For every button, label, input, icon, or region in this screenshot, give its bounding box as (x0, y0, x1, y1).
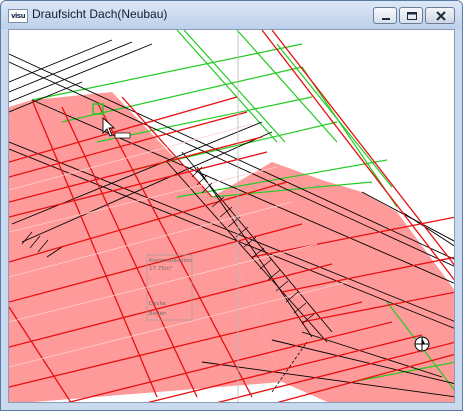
window-title: Draufsicht Dach(Neubau) (32, 7, 168, 21)
room-line3: - (149, 276, 151, 282)
room-line4: - (149, 286, 151, 292)
close-icon (436, 11, 446, 21)
room-name: Kommunikation (149, 258, 192, 264)
room-area: 17.75m² (149, 265, 172, 272)
north-symbol-icon[interactable] (414, 336, 430, 352)
drawing-canvas[interactable]: Kommunikation 17.75m² - - Decke Boden (8, 29, 455, 403)
roof-plan-drawing: Kommunikation 17.75m² - - Decke Boden (9, 30, 454, 402)
minimize-button[interactable] (373, 7, 397, 24)
close-button[interactable] (425, 7, 455, 24)
maximize-icon (407, 12, 417, 20)
minimize-icon (382, 18, 390, 20)
room-line6: Boden (149, 311, 167, 317)
title-bar[interactable]: visu Draufsicht Dach(Neubau) (1, 1, 462, 29)
window-bottom-frame (1, 403, 462, 410)
maximize-button[interactable] (399, 7, 423, 24)
drawing-window: visu Draufsicht Dach(Neubau) Kommunikati… (0, 0, 463, 411)
app-icon[interactable]: visu (8, 9, 28, 23)
room-line5: Decke (149, 301, 167, 307)
